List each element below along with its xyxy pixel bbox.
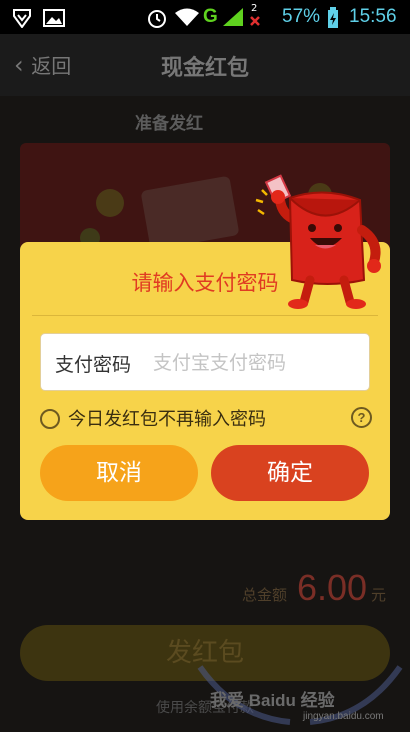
question-circle-icon[interactable]: ? (351, 407, 372, 428)
alarm-icon (148, 10, 166, 28)
wifi-icon (175, 8, 199, 26)
status-bar: G 2 57% 15:56 (0, 0, 410, 34)
clock: 15:56 (349, 6, 397, 27)
red-packet-mascot-icon (255, 174, 381, 309)
total-amount: 6.00 (297, 567, 368, 608)
cancel-button[interactable]: 取消 (40, 445, 198, 501)
confirm-button[interactable]: 确定 (211, 445, 369, 501)
password-input[interactable] (151, 344, 365, 382)
image-icon (43, 9, 65, 27)
battery-percent: 57% (282, 6, 321, 27)
watermark-url: jingyan.baidu.com (303, 711, 384, 722)
battery-icon (328, 7, 338, 28)
remember-label[interactable]: 今日发红包不再输入密码 (68, 405, 266, 431)
dialog-divider (32, 315, 378, 316)
no-signal-x-icon (250, 16, 260, 26)
watermark: 我爱 Baidu 经验 (210, 691, 335, 710)
prepare-label: 准备发红 (135, 114, 203, 134)
network-g-label: G (203, 6, 218, 27)
notification-shield-icon (13, 9, 31, 28)
password-field: 支付密码 (40, 333, 370, 391)
password-label: 支付密码 (55, 354, 132, 376)
total-label: 总金额 (242, 586, 288, 604)
page-title: 现金红包 (160, 56, 249, 81)
sim-slot-label: 2 (251, 3, 258, 14)
remember-radio[interactable] (40, 409, 60, 429)
total-unit: 元 (371, 586, 387, 604)
signal-icon (223, 8, 243, 26)
